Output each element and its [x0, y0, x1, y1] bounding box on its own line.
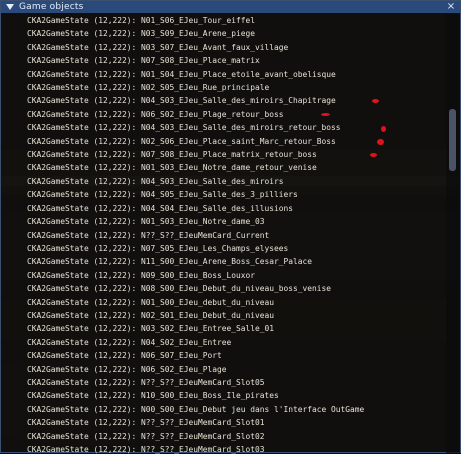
game-object-label: CKA2GameState (12,222): N04_S03_EJeu_Sal…	[27, 96, 336, 106]
game-object-row[interactable]: CKA2GameState (12,222): N09_S00_EJeu_Bos…	[1, 269, 441, 282]
game-object-label: CKA2GameState (12,222): N06_S02_EJeu_Pla…	[27, 364, 227, 374]
game-object-row[interactable]: CKA2GameState (12,222): N10_S00_EJeu_Bos…	[1, 389, 441, 402]
red-annotation-mark	[381, 126, 386, 133]
game-object-label: CKA2GameState (12,222): N07_S08_EJeu_Pla…	[27, 56, 260, 66]
game-object-row[interactable]: CKA2GameState (12,222): N06_S02_EJeu_Pla…	[1, 363, 441, 376]
game-object-label: CKA2GameState (12,222): N01_S06_EJeu_Tou…	[27, 16, 256, 25]
collapse-arrow-icon[interactable]	[6, 4, 14, 10]
game-object-row[interactable]: CKA2GameState (12,222): N07_S05_EJeu_Les…	[1, 242, 441, 255]
game-object-row[interactable]: CKA2GameState (12,222): N??_S??_EJeuMemC…	[1, 416, 441, 429]
game-object-label: CKA2GameState (12,222): N??_S??_EJeuMemC…	[27, 418, 265, 428]
game-object-row[interactable]: CKA2GameState (12,222): N07_S08_EJeu_Pla…	[1, 54, 441, 67]
game-object-label: CKA2GameState (12,222): N03_S09_EJeu_Are…	[27, 29, 256, 39]
game-object-label: CKA2GameState (12,222): N08_S00_EJeu_Deb…	[27, 284, 332, 294]
game-object-row[interactable]: CKA2GameState (12,222): N??_S??_EJeuMemC…	[1, 430, 441, 443]
red-annotation-mark	[321, 112, 330, 116]
close-icon[interactable]: ×	[446, 1, 456, 13]
game-objects-window: Game objects × CKA2GameState (12,222): N…	[0, 0, 461, 454]
game-object-row[interactable]: CKA2GameState (12,222): N??_S??_EJeuMemC…	[1, 376, 441, 389]
game-object-row[interactable]: CKA2GameState (12,222): N01_S06_EJeu_Tou…	[1, 14, 441, 27]
game-object-label: CKA2GameState (12,222): N??_S??_EJeuMemC…	[27, 377, 265, 387]
red-annotation-mark	[370, 152, 377, 157]
game-object-row[interactable]: CKA2GameState (12,222): N06_S07_EJeu_Por…	[1, 349, 441, 362]
game-object-row[interactable]: CKA2GameState (12,222): N01_S03_EJeu_Not…	[1, 215, 441, 228]
scrollbar-thumb[interactable]	[449, 109, 456, 171]
game-object-row[interactable]: CKA2GameState (12,222): N02_S05_EJeu_Rue…	[1, 81, 441, 94]
red-annotation-mark	[372, 99, 379, 104]
game-object-row[interactable]: CKA2GameState (12,222): N04_S04_EJeu_Sal…	[1, 202, 441, 215]
window-titlebar[interactable]: Game objects ×	[1, 1, 460, 13]
game-object-row[interactable]: CKA2GameState (12,222): N??_S??_EJeuMemC…	[1, 443, 441, 454]
game-object-label: CKA2GameState (12,222): N04_S03_EJeu_Sal…	[27, 176, 284, 186]
game-object-label: CKA2GameState (12,222): N04_S03_EJeu_Sal…	[27, 123, 341, 133]
game-object-row[interactable]: CKA2GameState (12,222): N08_S00_EJeu_Deb…	[1, 282, 441, 295]
game-object-label: CKA2GameState (12,222): N??_S??_EJeuMemC…	[27, 230, 270, 240]
game-object-row[interactable]: CKA2GameState (12,222): N04_S03_EJeu_Sal…	[1, 121, 441, 134]
game-object-label: CKA2GameState (12,222): N06_S07_EJeu_Por…	[27, 351, 222, 361]
game-object-row[interactable]: CKA2GameState (12,222): N04_S02_EJeu_Ent…	[1, 336, 441, 349]
game-object-row[interactable]: CKA2GameState (12,222): N01_S04_EJeu_Pla…	[1, 68, 441, 81]
game-object-label: CKA2GameState (12,222): N02_S05_EJeu_Rue…	[27, 83, 270, 93]
game-objects-list: CKA2GameState (12,222): N01_S06_EJeu_Tou…	[1, 14, 441, 454]
game-object-label: CKA2GameState (12,222): N09_S00_EJeu_Bos…	[27, 270, 256, 280]
game-object-row[interactable]: CKA2GameState (12,222): N03_S02_EJeu_Ent…	[1, 322, 441, 335]
game-object-label: CKA2GameState (12,222): N04_S04_EJeu_Sal…	[27, 203, 294, 213]
game-object-row[interactable]: CKA2GameState (12,222): N02_S01_EJeu_Deb…	[1, 309, 441, 322]
game-object-row[interactable]: CKA2GameState (12,222): N07_S08_EJeu_Pla…	[1, 148, 441, 161]
game-object-label: CKA2GameState (12,222): N02_S01_EJeu_Deb…	[27, 310, 275, 320]
game-object-row[interactable]: CKA2GameState (12,222): N??_S??_EJeuMemC…	[1, 229, 441, 242]
red-annotation-mark	[377, 139, 384, 146]
game-object-row[interactable]: CKA2GameState (12,222): N03_S09_EJeu_Are…	[1, 27, 441, 40]
game-object-row[interactable]: CKA2GameState (12,222): N04_S03_EJeu_Sal…	[1, 94, 441, 107]
game-object-row[interactable]: CKA2GameState (12,222): N01_S03_EJeu_Not…	[1, 161, 441, 174]
game-object-label: CKA2GameState (12,222): N04_S05_EJeu_Sal…	[27, 190, 298, 200]
game-object-label: CKA2GameState (12,222): N01_S04_EJeu_Pla…	[27, 69, 336, 79]
vertical-scrollbar[interactable]	[446, 14, 460, 454]
game-object-label: CKA2GameState (12,222): N01_S00_EJeu_deb…	[27, 297, 275, 307]
game-object-label: CKA2GameState (12,222): N04_S02_EJeu_Ent…	[27, 337, 232, 347]
game-object-label: CKA2GameState (12,222): N07_S08_EJeu_Pla…	[27, 150, 317, 160]
game-object-row[interactable]: CKA2GameState (12,222): N04_S03_EJeu_Sal…	[1, 175, 441, 188]
game-object-row[interactable]: CKA2GameState (12,222): N02_S06_EJeu_Pla…	[1, 135, 441, 148]
window-title: Game objects	[19, 2, 84, 12]
game-object-row[interactable]: CKA2GameState (12,222): N11_S00_EJeu_Are…	[1, 255, 441, 268]
game-object-row[interactable]: CKA2GameState (12,222): N06_S02_EJeu_Pla…	[1, 108, 441, 121]
game-object-label: CKA2GameState (12,222): N11_S00_EJeu_Are…	[27, 257, 313, 267]
game-object-label: CKA2GameState (12,222): N00_S00_EJeu_Deb…	[27, 404, 365, 414]
game-object-label: CKA2GameState (12,222): N03_S07_EJeu_Ava…	[27, 42, 289, 52]
game-object-row[interactable]: CKA2GameState (12,222): N00_S00_EJeu_Deb…	[1, 403, 441, 416]
game-object-label: CKA2GameState (12,222): N03_S02_EJeu_Ent…	[27, 324, 275, 334]
game-object-label: CKA2GameState (12,222): N06_S02_EJeu_Pla…	[27, 109, 284, 119]
game-object-label: CKA2GameState (12,222): N01_S03_EJeu_Not…	[27, 217, 265, 227]
game-object-label: CKA2GameState (12,222): N10_S00_EJeu_Bos…	[27, 391, 279, 401]
game-object-label: CKA2GameState (12,222): N??_S??_EJeuMemC…	[27, 431, 265, 441]
game-object-label: CKA2GameState (12,222): N07_S05_EJeu_Les…	[27, 243, 289, 253]
game-object-row[interactable]: CKA2GameState (12,222): N03_S07_EJeu_Ava…	[1, 41, 441, 54]
game-object-row[interactable]: CKA2GameState (12,222): N01_S00_EJeu_deb…	[1, 296, 441, 309]
game-object-label: CKA2GameState (12,222): N01_S03_EJeu_Not…	[27, 163, 317, 173]
game-object-row[interactable]: CKA2GameState (12,222): N04_S05_EJeu_Sal…	[1, 188, 441, 201]
game-object-label: CKA2GameState (12,222): N02_S06_EJeu_Pla…	[27, 136, 336, 146]
